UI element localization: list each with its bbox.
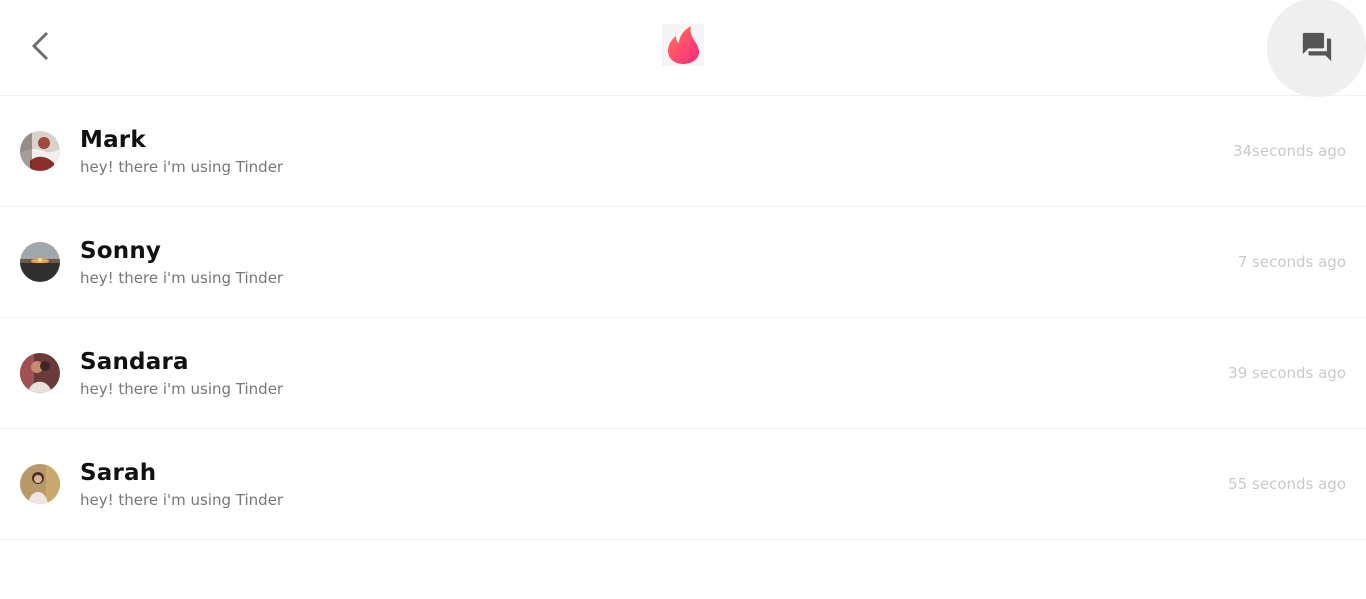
- chat-row[interactable]: Mark hey! there i'm using Tinder 34secon…: [0, 96, 1366, 207]
- chats-button[interactable]: [1267, 0, 1366, 97]
- chat-row[interactable]: Sonny hey! there i'm using Tinder 7 seco…: [0, 207, 1366, 318]
- tinder-logo[interactable]: [662, 24, 704, 66]
- chat-row[interactable]: Sandara hey! there i'm using Tinder 39 s…: [0, 318, 1366, 429]
- forum-icon: [1302, 32, 1332, 62]
- back-button[interactable]: [22, 26, 62, 66]
- chat-list: Mark hey! there i'm using Tinder 34secon…: [0, 96, 1366, 540]
- message-preview: hey! there i'm using Tinder: [80, 491, 284, 509]
- contact-name: Sandara: [80, 349, 189, 375]
- message-time: 39 seconds ago: [1228, 364, 1346, 382]
- message-time: 7 seconds ago: [1237, 253, 1346, 271]
- contact-name: Sarah: [80, 460, 157, 486]
- message-preview: hey! there i'm using Tinder: [80, 269, 284, 287]
- avatar[interactable]: [20, 242, 60, 282]
- message-time: 34seconds ago: [1232, 142, 1346, 160]
- contact-name: Mark: [80, 127, 146, 153]
- tinder-flame-icon: [668, 26, 699, 64]
- avatar[interactable]: [20, 353, 60, 393]
- message-time: 55 seconds ago: [1228, 475, 1346, 493]
- chevron-left-icon: [31, 31, 49, 61]
- avatar[interactable]: [20, 464, 60, 504]
- avatar[interactable]: [20, 131, 60, 171]
- message-preview: hey! there i'm using Tinder: [80, 380, 284, 398]
- contact-name: Sonny: [80, 238, 162, 264]
- app-header: [0, 0, 1366, 97]
- message-preview: hey! there i'm using Tinder: [80, 158, 284, 176]
- chat-row[interactable]: Sarah hey! there i'm using Tinder 55 sec…: [0, 429, 1366, 540]
